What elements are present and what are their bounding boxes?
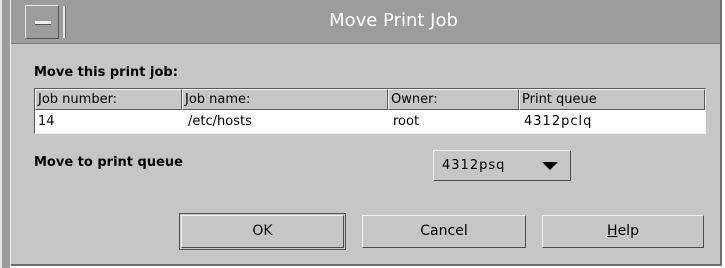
table-row[interactable]: 14 /etc/hosts root 4312pclq xyxy=(35,111,705,133)
help-mnemonic: H xyxy=(607,223,618,239)
title-bar[interactable]: Move Print Job xyxy=(11,0,720,44)
move-to-queue-label: Move to print queue xyxy=(34,155,183,170)
print-queue-dropdown[interactable]: 4312psq xyxy=(433,150,571,181)
title-separator xyxy=(63,6,66,38)
help-button[interactable]: Help xyxy=(542,215,704,248)
column-header-job-number[interactable]: Job number: xyxy=(35,89,182,110)
window-menu-button[interactable] xyxy=(25,5,59,39)
table-header: Job number: Job name: Owner: Print queue xyxy=(35,89,705,110)
cancel-button[interactable]: Cancel xyxy=(362,215,526,248)
help-label-rest: elp xyxy=(617,223,639,239)
cell-owner: root xyxy=(393,114,420,129)
section-label: Move this print job: xyxy=(34,65,178,80)
move-print-job-dialog: Move Print Job Move this print job: Job … xyxy=(0,0,722,268)
cell-print-queue: 4312pclq xyxy=(524,114,593,129)
selected-queue-value: 4312psq xyxy=(442,158,506,173)
column-header-owner[interactable]: Owner: xyxy=(388,89,519,110)
window-left-frame xyxy=(0,0,11,268)
print-job-table: Job number: Job name: Owner: Print queue… xyxy=(34,88,706,134)
column-header-print-queue[interactable]: Print queue xyxy=(519,89,705,110)
dropdown-arrow-icon xyxy=(542,162,558,170)
window-menu-icon xyxy=(35,21,51,25)
window-title: Move Print Job xyxy=(329,10,458,31)
cell-job-number: 14 xyxy=(38,114,55,129)
cell-job-name: /etc/hosts xyxy=(188,114,252,129)
ok-button[interactable]: OK xyxy=(179,213,346,250)
column-header-job-name[interactable]: Job name: xyxy=(182,89,388,110)
